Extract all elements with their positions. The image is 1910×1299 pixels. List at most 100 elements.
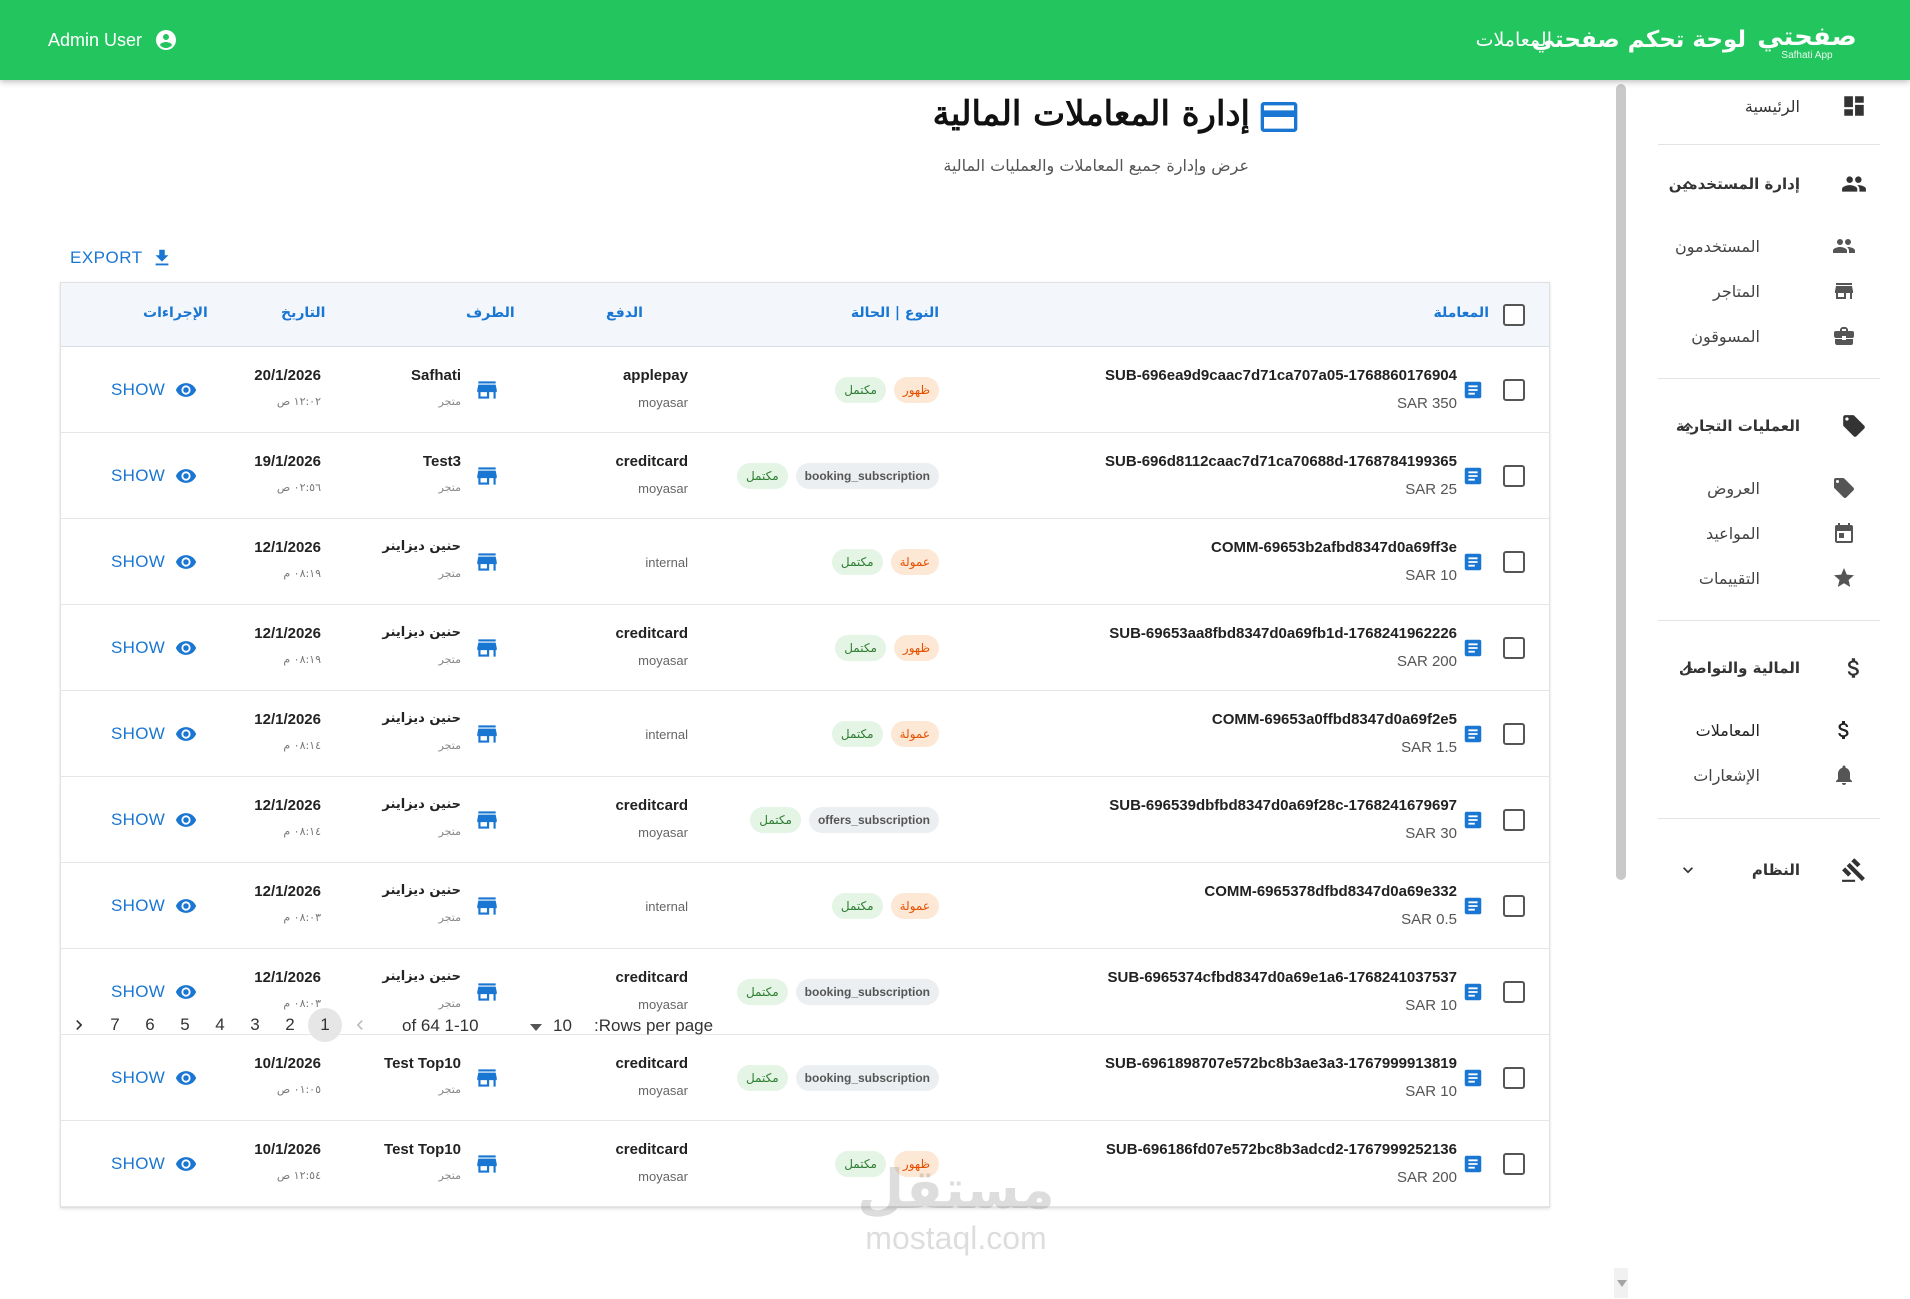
- show-button[interactable]: SHOW: [111, 895, 197, 917]
- transaction-id: SUB-6961898707e572bc8b3ae3a3-17679999138…: [1105, 1055, 1457, 1072]
- sidebar-item-appointments[interactable]: المواعيد: [1655, 511, 1910, 555]
- app-logo[interactable]: صفحتي Safhati App: [1757, 20, 1857, 64]
- sidebar-label: المسوقون: [1691, 326, 1760, 346]
- row-checkbox[interactable]: [1503, 1067, 1525, 1089]
- sidebar-item-users[interactable]: المستخدمون: [1655, 224, 1910, 268]
- sidebar-group-finance[interactable]: المالية والتواصل: [1655, 646, 1910, 690]
- divider: [1658, 144, 1880, 145]
- select-all-checkbox[interactable]: [1503, 304, 1525, 326]
- page-7[interactable]: 7: [98, 1008, 132, 1042]
- scrollbar-down-arrow[interactable]: [1614, 1268, 1628, 1298]
- sidebar-group-users[interactable]: إدارة المستخدمين: [1655, 162, 1910, 206]
- receipt-icon: [1462, 723, 1484, 745]
- show-button[interactable]: SHOW: [111, 551, 197, 573]
- sidebar-item-notifications[interactable]: الإشعارات: [1655, 753, 1910, 797]
- page-1-current[interactable]: 1: [308, 1008, 342, 1042]
- payment-provider: moyasar: [638, 653, 688, 668]
- party-name: Test3: [422, 453, 461, 470]
- page-5[interactable]: 5: [168, 1008, 202, 1042]
- show-button[interactable]: SHOW: [111, 1067, 197, 1089]
- sidebar-item-marketers[interactable]: المسوقون: [1655, 314, 1910, 358]
- header-payment[interactable]: الدفع: [606, 305, 643, 321]
- show-button[interactable]: SHOW: [111, 637, 197, 659]
- transaction-amount: SAR 30: [1405, 825, 1457, 842]
- rows-per-page-value[interactable]: 10: [553, 1016, 572, 1036]
- page-3[interactable]: 3: [238, 1008, 272, 1042]
- export-button[interactable]: EXPORT: [70, 242, 173, 274]
- show-button[interactable]: SHOW: [111, 809, 197, 831]
- header-type-status[interactable]: النوع | الحالة: [851, 305, 939, 321]
- sidebar-item-transactions[interactable]: المعاملات: [1655, 708, 1910, 752]
- page-4[interactable]: 4: [203, 1008, 237, 1042]
- row-checkbox[interactable]: [1503, 637, 1525, 659]
- table-row[interactable]: SUB-69653aa8fbd8347d0a69fb1d-17682419622…: [61, 605, 1549, 691]
- party-name: حنين ديزاينر: [382, 969, 461, 984]
- scrollbar-thumb[interactable]: [1616, 84, 1626, 880]
- row-time: ٠٨:١٤ م: [283, 739, 321, 752]
- row-checkbox[interactable]: [1503, 723, 1525, 745]
- main-content: إدارة المعاملات المالية عرض وإدارة جميع …: [0, 80, 1612, 1299]
- gavel-icon: [1840, 856, 1868, 884]
- tag-icon: [1830, 474, 1858, 502]
- row-checkbox[interactable]: [1503, 465, 1525, 487]
- type-chip: عمولة: [890, 893, 939, 919]
- transaction-id: SUB-696d8112caac7d71ca70688d-17687841993…: [1105, 453, 1457, 470]
- table-row[interactable]: SUB-696ea9d9caac7d71ca707a05-17688601769…: [61, 347, 1549, 433]
- next-page-button[interactable]: [62, 1008, 96, 1042]
- type-status-chips: ظهور مكتمل: [835, 635, 939, 661]
- user-name: Admin User: [48, 29, 143, 50]
- sidebar-item-home[interactable]: الرئيسية: [1655, 84, 1910, 128]
- show-button[interactable]: SHOW: [111, 465, 197, 487]
- table-row[interactable]: COMM-69653b2afbd8347d0a69ff3e SAR 10 عمو…: [61, 519, 1549, 605]
- header-party[interactable]: الطرف: [466, 305, 515, 321]
- row-checkbox[interactable]: [1503, 1153, 1525, 1175]
- sidebar-group-system[interactable]: النظام: [1655, 848, 1910, 892]
- sidebar-group-business[interactable]: العمليات التجارية: [1655, 404, 1910, 448]
- show-button[interactable]: SHOW: [111, 379, 197, 401]
- receipt-icon: [1462, 637, 1484, 659]
- sidebar-item-offers[interactable]: العروض: [1655, 466, 1910, 510]
- row-date: 12/1/2026: [254, 539, 321, 556]
- type-status-chips: عمولة مكتمل: [831, 893, 939, 919]
- page-2[interactable]: 2: [273, 1008, 307, 1042]
- user-menu[interactable]: Admin User: [48, 0, 178, 80]
- row-time: ٠٢:٥٦ ص: [276, 481, 321, 494]
- receipt-icon: [1462, 809, 1484, 831]
- app-title[interactable]: لوحة تحكم صفحتي: [1532, 0, 1746, 80]
- page-range: of 64 1-10: [402, 1016, 479, 1035]
- watermark-logo: مستقل mostaql.com: [836, 1160, 1076, 1270]
- transaction-id: SUB-696ea9d9caac7d71ca707a05-17688601769…: [1105, 367, 1457, 384]
- scrollbar[interactable]: [1614, 82, 1628, 882]
- dashboard-icon: [1840, 92, 1868, 120]
- prev-page-button[interactable]: [343, 1008, 377, 1042]
- page-subtitle: عرض وإدارة جميع المعاملات والعمليات الما…: [943, 156, 1249, 175]
- row-checkbox[interactable]: [1503, 551, 1525, 573]
- show-button[interactable]: SHOW: [111, 723, 197, 745]
- chevron-up-icon[interactable]: [1678, 658, 1698, 678]
- show-button[interactable]: SHOW: [111, 1153, 197, 1175]
- row-checkbox[interactable]: [1503, 895, 1525, 917]
- table-row[interactable]: SUB-696539dbfbd8347d0a69f28c-17682416796…: [61, 777, 1549, 863]
- app-bar: Admin User المعاملات لوحة تحكم صفحتي صفح…: [0, 0, 1910, 80]
- table-row[interactable]: SUB-696d8112caac7d71ca70688d-17687841993…: [61, 433, 1549, 519]
- transaction-id: SUB-696186fd07e572bc8b3adcd2-17679992521…: [1105, 1141, 1457, 1158]
- sidebar-label: الرئيسية: [1744, 96, 1800, 116]
- payment-provider: moyasar: [638, 481, 688, 496]
- table-row[interactable]: COMM-69653a0ffbd8347d0a69f2e5 SAR 1.5 عم…: [61, 691, 1549, 777]
- table-row[interactable]: COMM-6965378dfbd8347d0a69e332 SAR 0.5 عم…: [61, 863, 1549, 949]
- sidebar-item-ratings[interactable]: التقييمات: [1655, 556, 1910, 600]
- table-row[interactable]: SUB-696186fd07e572bc8b3adcd2-17679992521…: [61, 1121, 1549, 1207]
- row-checkbox[interactable]: [1503, 379, 1525, 401]
- header-transaction[interactable]: المعاملة: [1434, 305, 1489, 321]
- chevron-left-icon: [356, 1020, 363, 1030]
- row-date: 12/1/2026: [254, 711, 321, 728]
- sidebar-item-stores[interactable]: المتاجر: [1655, 269, 1910, 313]
- chevron-down-icon[interactable]: [1678, 860, 1698, 880]
- page-6[interactable]: 6: [133, 1008, 167, 1042]
- header-date[interactable]: التاريخ: [281, 305, 325, 321]
- chevron-up-icon[interactable]: [1678, 416, 1698, 436]
- eye-icon: [176, 383, 197, 397]
- row-checkbox[interactable]: [1503, 809, 1525, 831]
- header-actions: الإجراءات: [143, 305, 208, 321]
- chevron-up-icon[interactable]: [1678, 174, 1698, 194]
